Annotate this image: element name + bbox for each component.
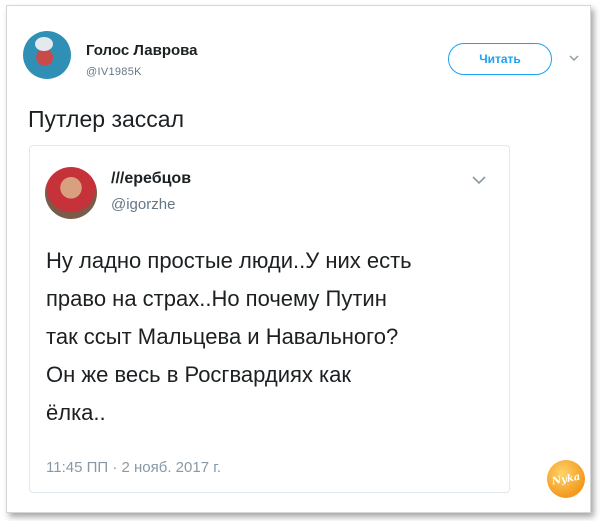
quoted-text-line: Он же весь в Росгвардиях как xyxy=(46,362,351,387)
watermark-text: Nyka xyxy=(551,471,581,487)
follow-button[interactable]: Читать xyxy=(448,43,552,75)
quoted-author-avatar[interactable] xyxy=(45,167,97,219)
author-name[interactable]: Голос Лаврова xyxy=(86,42,198,59)
quoted-author-handle[interactable]: @igorzhe xyxy=(111,196,175,213)
quoted-tweet-text: Ну ладно простые люди..У них есть право … xyxy=(46,242,506,432)
watermark-logo: Nyka xyxy=(547,460,585,498)
quoted-text-line: ёлка.. xyxy=(46,400,106,425)
chevron-down-icon[interactable] xyxy=(568,52,580,64)
tweet-card: Голос Лаврова @IV1985K Читать Путлер зас… xyxy=(6,5,591,513)
quoted-author-name[interactable]: ///еребцов xyxy=(111,170,191,188)
quoted-tweet[interactable]: ///еребцов @igorzhe Ну ладно простые люд… xyxy=(29,145,510,493)
quoted-text-line: право на страх..Но почему Путин xyxy=(46,286,387,311)
quoted-text-line: Ну ладно простые люди..У них есть xyxy=(46,248,412,273)
quoted-timestamp[interactable]: 11:45 ПП · 2 нояб. 2017 г. xyxy=(46,459,221,476)
tweet-text: Путлер зассал xyxy=(28,106,185,132)
quoted-text-line: так ссыт Мальцева и Навального? xyxy=(46,324,399,349)
author-avatar[interactable] xyxy=(23,31,71,79)
author-handle[interactable]: @IV1985K xyxy=(86,66,142,78)
chevron-down-icon[interactable] xyxy=(471,172,487,188)
